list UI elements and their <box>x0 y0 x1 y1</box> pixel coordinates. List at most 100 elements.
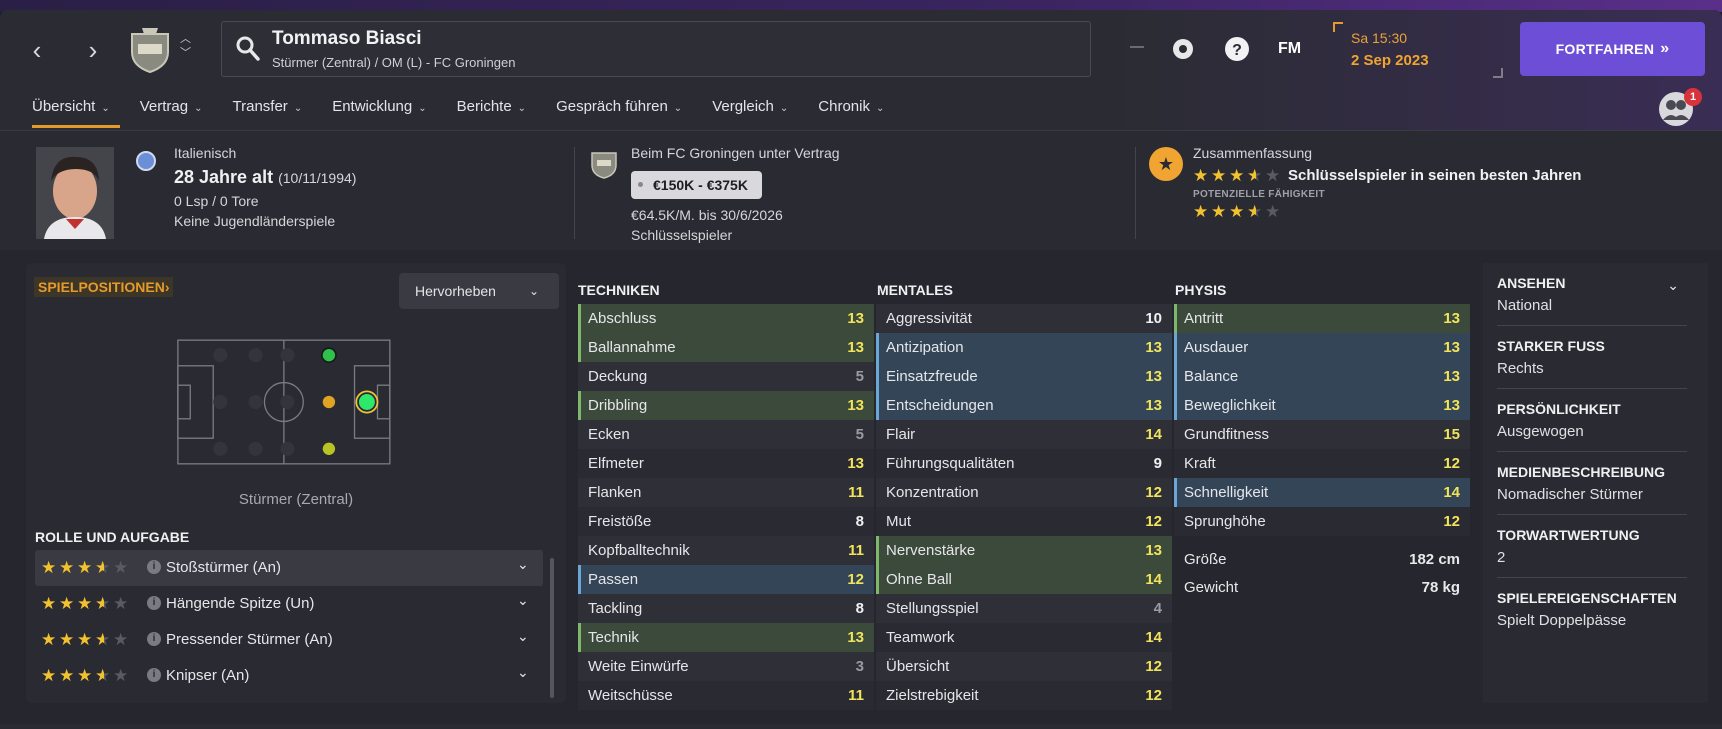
squad-status: Schlüsselspieler <box>631 227 733 243</box>
chevron-down-icon[interactable]: ⌄ <box>517 664 529 681</box>
fm-logo[interactable]: FM <box>1278 40 1301 58</box>
star-badge-icon: ★ <box>1149 147 1183 181</box>
attribute-row[interactable]: Teamwork 14 <box>876 623 1172 652</box>
attribute-row[interactable]: Kopfballtechnik 11 <box>578 536 874 565</box>
role-rating-stars: ★ ★ ★ ★ ★ <box>41 631 131 650</box>
attribute-row[interactable]: Grundfitness 15 <box>1174 420 1470 449</box>
attribute-row[interactable]: Mut 12 <box>876 507 1172 536</box>
star-icon: ★ <box>77 558 93 577</box>
info-icon[interactable]: i <box>147 596 161 610</box>
search-icon[interactable] <box>236 36 260 62</box>
club-switch-arrows[interactable]: ︿ ﹀ <box>180 32 191 60</box>
tab-reports[interactable]: Berichte ⌄ <box>447 98 536 128</box>
attribute-row[interactable]: Kraft 12 <box>1174 449 1470 478</box>
info-icon[interactable]: i <box>147 632 161 646</box>
forward-arrow-icon[interactable]: › <box>78 36 108 66</box>
ball-icon[interactable] <box>1170 36 1196 62</box>
attribute-row[interactable]: Antritt 13 <box>1174 304 1470 333</box>
attribute-row[interactable]: Deckung 5 <box>578 362 874 391</box>
transfer-value-badge[interactable]: €150K - €375K <box>631 171 762 199</box>
tab-development[interactable]: Entwicklung ⌄ <box>322 98 436 128</box>
attribute-row[interactable]: Übersicht 12 <box>876 652 1172 681</box>
info-icon[interactable]: i <box>147 668 161 682</box>
tab-overview[interactable]: Übersicht ⌄ <box>22 98 120 128</box>
continue-button[interactable]: FORTFAHREN » <box>1520 22 1705 76</box>
attribute-row[interactable]: Entscheidungen 13 <box>876 391 1172 420</box>
header-bar: ‹ › ︿ ﹀ Tommaso Biasci Stürmer (Zentral) … <box>0 10 1722 130</box>
age-value: 28 Jahre alt <box>174 167 274 187</box>
role-row[interactable]: ★ ★ ★ ★ ★ i Hängende Spitze (Un) ⌄ <box>35 586 543 622</box>
club-crest-icon[interactable] <box>590 149 618 179</box>
role-row[interactable]: ★ ★ ★ ★ ★ i Knipser (An) ⌄ <box>35 658 543 694</box>
attribute-row[interactable]: Führungsqualitäten 9 <box>876 449 1172 478</box>
game-day-time: Sa 15:30 <box>1351 30 1408 46</box>
attribute-name: Antizipation <box>886 339 964 356</box>
position-pitch-diagram[interactable] <box>177 331 419 473</box>
attribute-row[interactable]: Weitschüsse 11 <box>578 681 874 710</box>
attribute-row[interactable]: Flair 14 <box>876 420 1172 449</box>
club-crest-icon[interactable] <box>128 26 172 74</box>
attribute-row[interactable]: Flanken 11 <box>578 478 874 507</box>
tab-interaction[interactable]: Gespräch führen ⌄ <box>546 98 692 128</box>
attribute-row[interactable]: Schnelligkeit 14 <box>1174 478 1470 507</box>
attribute-row[interactable]: Passen 12 <box>578 565 874 594</box>
attribute-row[interactable]: Zielstrebigkeit 12 <box>876 681 1172 710</box>
attribute-row[interactable]: Weite Einwürfe 3 <box>578 652 874 681</box>
chevron-down-icon[interactable]: ⌄ <box>517 592 529 609</box>
role-list: ★ ★ ★ ★ ★ i Stoßstürmer (An) ⌄ ★ ★ ★ ★ ★ i Hänge… <box>35 550 543 694</box>
attribute-value: 13 <box>847 339 864 356</box>
attribute-row[interactable]: Aggressivität 10 <box>876 304 1172 333</box>
help-icon[interactable]: ? <box>1224 36 1250 62</box>
section-title: PERSÖNLICHKEIT <box>1497 401 1621 417</box>
chevron-down-icon[interactable]: ⌄ <box>517 556 529 573</box>
chevron-down-icon[interactable]: ⌄ <box>1667 277 1679 294</box>
nationality: Italienisch <box>174 145 237 161</box>
height-value: 182 cm <box>1409 551 1460 568</box>
reputation-section[interactable]: ANSEHEN National ⌄ <box>1497 263 1687 326</box>
attribute-name: Konzentration <box>886 484 979 501</box>
chevron-down-icon[interactable]: ⌄ <box>517 628 529 645</box>
attribute-value: 8 <box>855 513 864 530</box>
attribute-row[interactable]: Ballannahme 13 <box>578 333 874 362</box>
attribute-name: Nervenstärke <box>886 542 976 559</box>
international-apps: 0 Lsp / 0 Tore <box>174 193 259 209</box>
date-time-display[interactable]: Sa 15:30 2 Sep 2023 <box>1333 22 1503 78</box>
attribute-row[interactable]: Ausdauer 13 <box>1174 333 1470 362</box>
attribute-row[interactable]: Balance 13 <box>1174 362 1470 391</box>
info-icon[interactable]: i <box>147 560 161 574</box>
attribute-row[interactable]: Tackling 8 <box>578 594 874 623</box>
positions-header-link[interactable]: SPIELPOSITIONEN› <box>34 277 174 297</box>
role-list-scrollbar[interactable] <box>550 558 554 698</box>
nationality-flag-icon[interactable] <box>136 151 156 171</box>
search-box[interactable]: Tommaso Biasci Stürmer (Zentral) / OM (L… <box>221 21 1091 77</box>
attribute-row[interactable]: Freistöße 8 <box>578 507 874 536</box>
attribute-row[interactable]: Technik 13 <box>578 623 874 652</box>
attribute-row[interactable]: Einsatzfreude 13 <box>876 362 1172 391</box>
attribute-row[interactable]: Ecken 5 <box>578 420 874 449</box>
highlight-dropdown[interactable]: Hervorheben ⌄ <box>399 273 559 309</box>
corner-bracket <box>1333 22 1343 32</box>
attribute-row[interactable]: Antizipation 13 <box>876 333 1172 362</box>
tab-contract[interactable]: Vertrag ⌄ <box>130 98 213 128</box>
notification-badge[interactable]: 1 <box>1684 88 1702 106</box>
role-row[interactable]: ★ ★ ★ ★ ★ i Stoßstürmer (An) ⌄ <box>35 550 543 586</box>
attribute-row[interactable]: Sprunghöhe 12 <box>1174 507 1470 536</box>
attribute-row[interactable]: Ohne Ball 14 <box>876 565 1172 594</box>
attribute-row[interactable]: Stellungsspiel 4 <box>876 594 1172 623</box>
chevron-up-icon[interactable]: ︿ <box>180 32 191 46</box>
attribute-row[interactable]: Elfmeter 13 <box>578 449 874 478</box>
attribute-row[interactable]: Beweglichkeit 13 <box>1174 391 1470 420</box>
chevron-down-icon[interactable]: ﹀ <box>180 46 191 60</box>
attribute-row[interactable]: Dribbling 13 <box>578 391 874 420</box>
attribute-row[interactable]: Abschluss 13 <box>578 304 874 333</box>
goalkeeper-rating-section: TORWARTWERTUNG 2 <box>1497 515 1687 578</box>
tab-transfer[interactable]: Transfer ⌄ <box>223 98 313 128</box>
attribute-row[interactable]: Konzentration 12 <box>876 478 1172 507</box>
half-star-icon: ★ <box>95 667 113 685</box>
tab-compare[interactable]: Vergleich ⌄ <box>702 98 798 128</box>
role-row[interactable]: ★ ★ ★ ★ ★ i Pressender Stürmer (An) ⌄ <box>35 622 543 658</box>
tab-history[interactable]: Chronik ⌄ <box>808 98 894 128</box>
chevron-down-icon: ⌄ <box>418 103 427 114</box>
attribute-row[interactable]: Nervenstärke 13 <box>876 536 1172 565</box>
back-arrow-icon[interactable]: ‹ <box>22 36 52 66</box>
